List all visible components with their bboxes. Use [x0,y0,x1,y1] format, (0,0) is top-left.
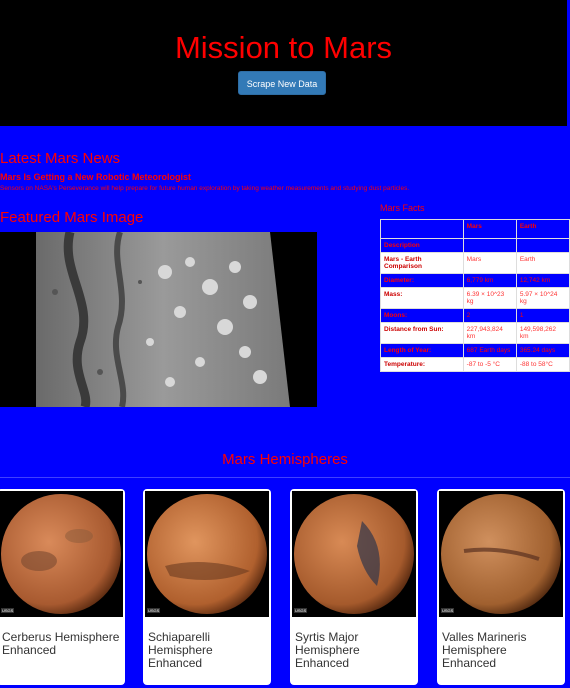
mars-valles-image[interactable]: USGS [439,491,563,617]
row-label: Mars - Earth Comparison [380,252,464,274]
facts-col-earth: Earth [515,219,570,239]
row-mars: 6,779 km [462,273,517,288]
table-row: Mars - Earth Comparison Mars Earth [380,252,570,274]
mars-cerberus-image[interactable]: USGS [0,491,123,617]
row-earth: Earth [515,252,570,274]
row-label: Diameter: [380,273,464,288]
row-mars: 227,943,824 km [462,322,517,344]
row-label: Temperature: [380,357,464,372]
facts-heading: Mars Facts [380,203,425,213]
jumbotron: Mission to Mars Scrape New Data [0,0,567,126]
hemisphere-title: Schiaparelli Hemisphere Enhanced [148,630,213,670]
usgs-logo: USGS [1,608,15,613]
hemisphere-title: Valles Marineris Hemisphere Enhanced [442,630,527,670]
divider [0,477,570,478]
row-earth: 1 [515,308,570,323]
mars-facts-table: Mars Earth Description Mars - Earth Comp… [380,219,570,372]
hemisphere-title: Cerberus Hemisphere Enhanced [2,630,120,657]
row-mars: 6.39 × 10^23 kg [462,287,517,309]
table-row: Diameter: 6,779 km 12,742 km [380,273,570,288]
row-label: Moons: [380,308,464,323]
facts-col-mars: Mars [462,219,517,239]
mars-schiaparelli-image[interactable]: USGS [145,491,269,617]
hemisphere-card[interactable]: USGS Syrtis Major Hemisphere Enhanced [290,489,418,685]
row-label: Distance from Sun: [380,322,464,344]
featured-image [0,232,317,407]
row-mars: 2 [462,308,517,323]
table-row: Length of Year: 687 Earth days 365.24 da… [380,343,570,358]
news-paragraph: Sensors on NASA's Perseverance will help… [0,185,410,192]
table-row: Description [380,238,570,253]
row-earth: 5.97 × 10^24 kg [515,287,570,309]
table-row: Mass: 6.39 × 10^23 kg 5.97 × 10^24 kg [380,287,570,309]
hemisphere-card[interactable]: USGS Schiaparelli Hemisphere Enhanced [143,489,271,685]
featured-image-graphic [36,232,290,407]
featured-heading: Featured Mars Image [0,209,144,226]
page-title: Mission to Mars [174,30,393,65]
news-title: Mars Is Getting a New Robotic Meteorolog… [0,172,192,182]
row-earth [515,238,570,253]
hemisphere-card[interactable]: USGS Valles Marineris Hemisphere Enhance… [437,489,565,685]
row-mars: Mars [462,252,517,274]
usgs-logo: USGS [294,608,308,613]
hemispheres-heading: Mars Hemispheres [222,451,348,468]
row-mars [462,238,517,253]
usgs-logo: USGS [147,608,161,613]
table-row: Moons: 2 1 [380,308,570,323]
row-label: Mass: [380,287,464,309]
row-mars: 687 Earth days [462,343,517,358]
row-earth: 149,598,262 km [515,322,570,344]
scrape-button[interactable]: Scrape New Data [238,71,326,95]
news-heading: Latest Mars News [0,150,121,167]
hemisphere-card[interactable]: USGS Cerberus Hemisphere Enhanced [0,489,125,685]
row-label: Description [380,238,464,253]
hemisphere-title: Syrtis Major Hemisphere Enhanced [295,630,360,670]
usgs-logo: USGS [441,608,455,613]
row-earth: 365.24 days [515,343,570,358]
table-row: Temperature: -87 to -5 °C -88 to 58°C [380,357,570,372]
row-earth: 12,742 km [515,273,570,288]
table-row: Distance from Sun: 227,943,824 km 149,59… [380,322,570,344]
mars-syrtis-image[interactable]: USGS [292,491,416,617]
row-mars: -87 to -5 °C [462,357,517,372]
row-earth: -88 to 58°C [515,357,570,372]
row-label: Length of Year: [380,343,464,358]
facts-col-blank [380,219,464,239]
